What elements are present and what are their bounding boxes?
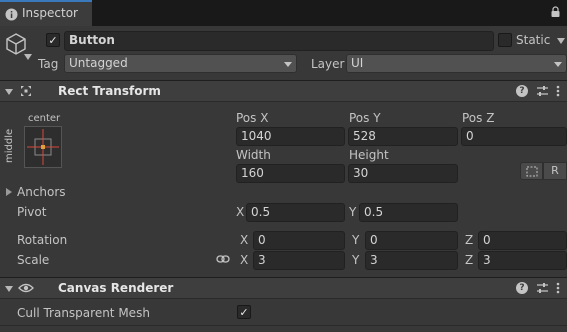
pos-y-label: Pos Y bbox=[349, 111, 381, 125]
pivot-y-label[interactable]: Y bbox=[349, 205, 356, 219]
check-icon: ✓ bbox=[239, 306, 249, 319]
more-options-icon[interactable] bbox=[556, 85, 560, 97]
scale-y-label[interactable]: Y bbox=[352, 253, 359, 267]
scale-x-label[interactable]: X bbox=[240, 253, 248, 267]
blueprint-icon bbox=[526, 166, 538, 177]
info-icon bbox=[5, 8, 18, 21]
scale-label: Scale bbox=[17, 253, 50, 267]
pos-z-label: Pos Z bbox=[462, 111, 495, 125]
rotation-y-label[interactable]: Y bbox=[352, 233, 359, 247]
anchors-foldout-arrow-icon[interactable] bbox=[6, 188, 12, 196]
tag-value: Untagged bbox=[69, 56, 128, 70]
pos-x-label: Pos X bbox=[236, 111, 269, 125]
static-dropdown-caret[interactable] bbox=[557, 38, 565, 44]
rotation-z-field[interactable]: 0 bbox=[478, 231, 567, 250]
anchor-preset-vertical-label: middle bbox=[4, 128, 15, 163]
more-options-icon[interactable] bbox=[556, 282, 560, 294]
foldout-arrow-icon[interactable] bbox=[5, 89, 13, 95]
tab-title: Inspector bbox=[22, 6, 78, 20]
pivot-x-field[interactable]: 0.5 bbox=[246, 203, 345, 222]
rotation-label: Rotation bbox=[17, 233, 68, 247]
rect-transform-title: Rect Transform bbox=[58, 84, 161, 98]
layer-label: Layer bbox=[311, 57, 345, 71]
layer-value: UI bbox=[351, 56, 364, 70]
pos-y-field[interactable]: 528 bbox=[348, 127, 458, 146]
width-field[interactable]: 160 bbox=[236, 164, 345, 183]
rect-transform-header[interactable]: Rect Transform ? bbox=[0, 80, 567, 102]
tag-label: Tag bbox=[38, 57, 59, 71]
rotation-x-label[interactable]: X bbox=[240, 233, 248, 247]
anchors-label[interactable]: Anchors bbox=[17, 185, 66, 199]
pivot-x-label[interactable]: X bbox=[236, 205, 244, 219]
eye-icon bbox=[18, 283, 34, 293]
height-field[interactable]: 30 bbox=[348, 164, 458, 183]
rotation-x-field[interactable]: 0 bbox=[253, 231, 345, 250]
anchor-preset-icon bbox=[27, 129, 59, 165]
canvas-renderer-header[interactable]: Canvas Renderer ? bbox=[0, 277, 567, 299]
blueprint-mode-button[interactable] bbox=[520, 162, 543, 180]
rect-transform-icon bbox=[21, 86, 31, 96]
presets-icon[interactable] bbox=[536, 85, 549, 97]
active-checkbox[interactable]: ✓ bbox=[46, 33, 60, 47]
icon-dropdown-caret[interactable] bbox=[24, 54, 32, 60]
tab-inspector[interactable]: Inspector bbox=[0, 0, 92, 26]
pos-x-field[interactable]: 1040 bbox=[236, 127, 345, 146]
scale-y-field[interactable]: 3 bbox=[365, 251, 458, 270]
scale-z-field[interactable]: 3 bbox=[478, 251, 567, 270]
presets-icon[interactable] bbox=[536, 282, 549, 294]
anchor-presets-button[interactable] bbox=[24, 126, 62, 168]
pos-z-field[interactable]: 0 bbox=[461, 127, 567, 146]
raw-edit-button[interactable]: R bbox=[543, 162, 567, 180]
height-label: Height bbox=[349, 148, 389, 162]
rotation-y-field[interactable]: 0 bbox=[365, 231, 458, 250]
scale-z-label[interactable]: Z bbox=[465, 253, 473, 267]
scale-x-field[interactable]: 3 bbox=[253, 251, 345, 270]
chevron-down-icon bbox=[554, 62, 562, 67]
chevron-down-icon bbox=[284, 62, 292, 67]
pivot-label: Pivot bbox=[17, 205, 47, 219]
divider bbox=[0, 325, 567, 326]
canvas-renderer-title: Canvas Renderer bbox=[58, 281, 174, 295]
rotation-z-label[interactable]: Z bbox=[465, 233, 473, 247]
cull-transparent-mesh-checkbox[interactable]: ✓ bbox=[237, 305, 251, 319]
check-icon: ✓ bbox=[48, 34, 58, 47]
tag-dropdown[interactable]: Untagged bbox=[64, 54, 297, 73]
constrain-proportions-link-icon[interactable] bbox=[216, 254, 230, 264]
layer-dropdown[interactable]: UI bbox=[346, 54, 567, 73]
help-icon[interactable]: ? bbox=[516, 85, 528, 97]
object-name-field[interactable]: Button bbox=[64, 31, 494, 51]
width-label: Width bbox=[236, 148, 271, 162]
pivot-y-field[interactable]: 0.5 bbox=[359, 203, 458, 222]
anchor-preset-horizontal-label: center bbox=[28, 113, 61, 124]
lock-icon[interactable] bbox=[550, 6, 561, 18]
gameobject-cube-icon bbox=[6, 33, 26, 55]
static-label: Static bbox=[516, 33, 551, 47]
foldout-arrow-icon[interactable] bbox=[5, 286, 13, 292]
help-icon[interactable]: ? bbox=[516, 282, 528, 294]
static-checkbox[interactable] bbox=[498, 33, 512, 47]
cull-transparent-mesh-label: Cull Transparent Mesh bbox=[17, 306, 150, 320]
